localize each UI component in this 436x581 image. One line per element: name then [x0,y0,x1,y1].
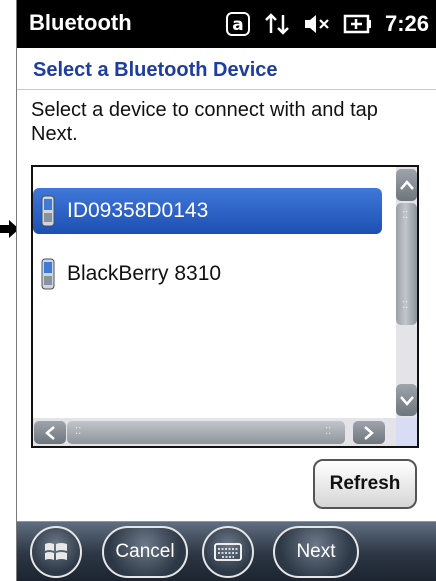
device-label: ID09358D0143 [67,199,209,222]
scrollbar-corner [396,418,417,446]
taskbar: Cancel Next [17,521,436,581]
chevron-left-icon [45,425,55,440]
refresh-button[interactable]: Refresh [313,459,417,509]
phone-icon [41,195,55,227]
chevron-right-icon [364,425,374,440]
scroll-right-button[interactable] [353,421,385,444]
a-key-icon: a [225,12,250,36]
grip-icon: ⁚⁚ [75,426,82,437]
keyboard-button[interactable] [202,526,254,578]
phone-icon [41,258,55,290]
page-title: Select a Bluetooth Device [33,59,278,81]
battery-charging-icon [343,14,371,34]
svg-text:a: a [232,15,243,35]
cancel-button[interactable]: Cancel [102,526,188,578]
windows-logo-icon [45,543,67,560]
device-label: BlackBerry 8310 [67,262,222,285]
device-list[interactable]: ID09358D0143 BlackBerry 8310 ⁚⁚ ⁚⁚ ⁚⁚ ⁚⁚ [31,165,419,448]
list-item-device-2[interactable]: BlackBerry 8310 [33,251,382,297]
status-bar-title: Bluetooth [29,10,132,35]
status-icons: a 7:26 [225,8,429,40]
scroll-up-button[interactable] [396,169,417,201]
page-header: Select a Bluetooth Device [17,48,436,90]
vertical-scrollbar[interactable]: ⁚⁚ ⁚⁚ [396,167,417,418]
grip-icon: ⁚⁚ [402,210,409,221]
horizontal-scroll-thumb[interactable]: ⁚⁚ ⁚⁚ [67,421,345,444]
vertical-scroll-thumb[interactable]: ⁚⁚ ⁚⁚ [396,203,417,325]
status-bar: Bluetooth a 7:26 [17,0,436,48]
speaker-muted-icon [304,15,329,33]
next-button[interactable]: Next [273,526,359,578]
bluetooth-screen: Bluetooth a 7:26 Select a Bluetooth Devi… [16,0,436,581]
scroll-down-button[interactable] [396,384,417,416]
connectivity-arrows-icon [265,13,289,35]
horizontal-scrollbar[interactable]: ⁚⁚ ⁚⁚ [33,418,417,446]
clock: 7:26 [384,11,429,36]
instructions-text: Select a device to connect with and tap … [31,99,378,145]
grip-icon: ⁚⁚ [325,426,332,437]
scroll-left-button[interactable] [34,421,66,444]
chevron-up-icon [399,180,414,190]
chevron-down-icon [399,396,414,406]
start-button[interactable] [30,526,82,578]
keyboard-icon [214,543,242,561]
list-item-device-1[interactable]: ID09358D0143 [33,188,382,234]
grip-icon: ⁚⁚ [402,300,409,311]
